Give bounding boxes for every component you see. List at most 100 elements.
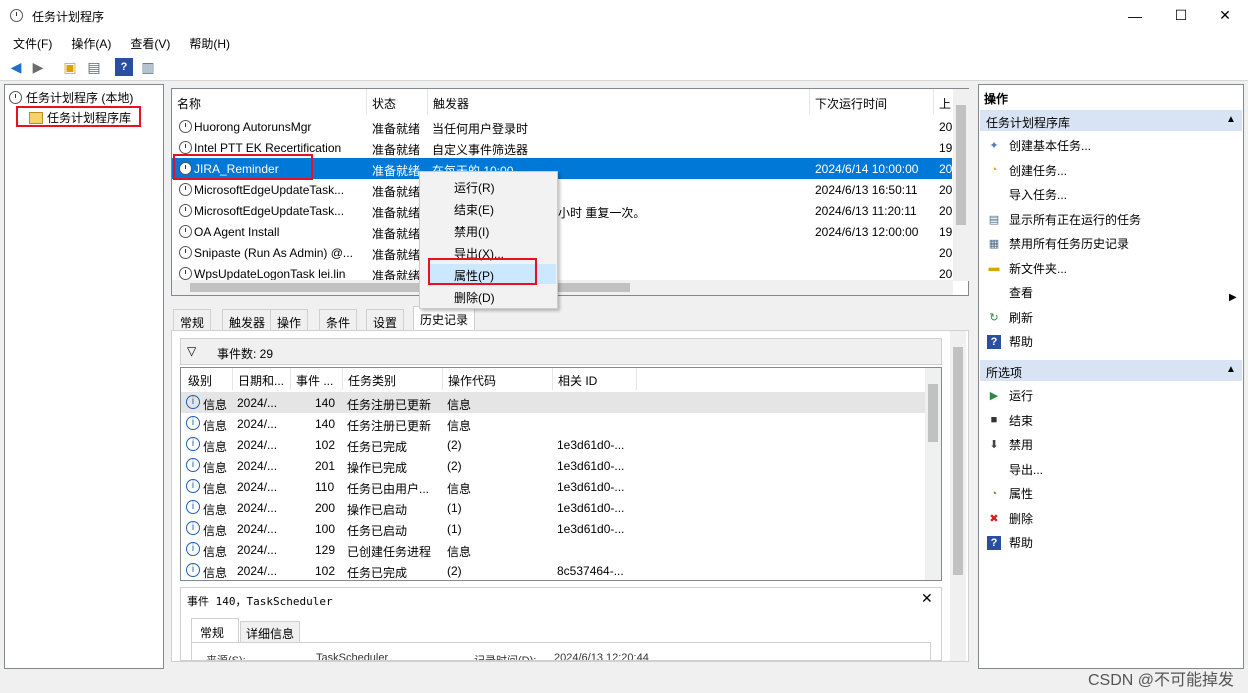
tab-settings[interactable]: 设置 [366, 309, 405, 330]
show-action-pane-icon[interactable]: ▥ [139, 58, 157, 76]
col-next-run[interactable]: 下次运行时间 [810, 89, 934, 114]
tab-conditions[interactable]: 条件 [319, 309, 358, 330]
tab-general[interactable]: 常规 [173, 309, 212, 330]
show-hide-tree-icon[interactable]: ▤ [85, 58, 103, 76]
section-library[interactable]: 任务计划程序库 ▲ [980, 110, 1242, 131]
col-status[interactable]: 状态 [367, 89, 428, 114]
task-row[interactable]: Snipaste (Run As Admin) @... 准备就绪 20 [172, 242, 952, 263]
action1-2[interactable]: 导入任务... [987, 186, 1067, 203]
collapse-icon[interactable]: ▲ [1226, 364, 1236, 375]
toolbar: ◀ ▶ ▣ ▤ ? ▥ [0, 53, 1248, 81]
history-col-1[interactable]: 日期和... [233, 368, 291, 390]
context-item-2[interactable]: 禁用(I) [430, 220, 556, 240]
menu-file[interactable]: 文件(F) [0, 31, 58, 53]
maximize-button[interactable]: ☐ [1158, 0, 1204, 31]
action2-label: 结束 [1009, 413, 1034, 428]
task-row[interactable]: MicrosoftEdgeUpdateTask...准备就绪后，在 1 天 期间… [172, 200, 952, 221]
action1-6[interactable]: 查看 [987, 284, 1033, 301]
history-cell-1: 2024/... [237, 438, 278, 452]
history-cell-0: 信息 [203, 419, 228, 433]
action2-6[interactable]: ? 帮助 [987, 534, 1033, 551]
tab-history[interactable]: 历史记录 [413, 306, 476, 330]
history-row[interactable]: i 信息 2024/... 102 任务已完成 (2) 8c537464-... [181, 560, 925, 580]
highlight-box [16, 106, 141, 127]
action1-5[interactable]: ▬ 新文件夹... [987, 260, 1068, 277]
history-row[interactable]: i 信息 2024/... 129 已创建任务进程 信息 [181, 539, 925, 560]
section-library-label: 任务计划程序库 [986, 116, 1071, 130]
horizontal-scrollbar[interactable] [172, 280, 953, 295]
history-cell-1: 2024/... [237, 480, 278, 494]
info-icon: i [186, 563, 200, 577]
task-cell-last: 20 [939, 120, 953, 134]
context-item-1[interactable]: 结束(E) [430, 198, 556, 218]
event-tab-general[interactable]: 常规 [191, 618, 239, 642]
history-col-0[interactable]: 级别 [183, 368, 233, 390]
context-item-0[interactable]: 运行(R) [430, 176, 556, 196]
action2-1[interactable]: ■ 结束 [987, 412, 1033, 429]
action2-2[interactable]: ⬇ 禁用 [987, 436, 1033, 453]
history-col-4[interactable]: 操作代码 [443, 368, 553, 390]
info-icon: i [186, 500, 200, 514]
menu-view[interactable]: 查看(V) [117, 31, 176, 53]
watermark: CSDN @不可能掉发 [1087, 672, 1234, 689]
history-row[interactable]: i 信息 2024/... 110 任务已由用户... 信息 1e3d61d0-... [181, 476, 925, 497]
tab-actions[interactable]: 操作 [270, 309, 309, 330]
action2-label: 删除 [1009, 511, 1034, 526]
history-cell-3: 任务注册已更新 [347, 419, 432, 433]
minimize-button[interactable]: — [1112, 0, 1158, 31]
task-row[interactable]: Huorong AutorunsMgr 准备就绪 当任何用户登录时 20 [172, 116, 952, 137]
tab-triggers[interactable]: 触发器 [222, 309, 273, 330]
col-trigger[interactable]: 触发器 [428, 89, 810, 114]
history-row[interactable]: i 信息 2024/... 140 任务注册已更新 信息 [181, 413, 925, 434]
col-last-run[interactable]: 上 [934, 89, 954, 114]
task-cell-last: 19 [939, 225, 953, 239]
close-button[interactable]: ✕ [1202, 0, 1248, 31]
close-icon[interactable]: ✕ [921, 590, 933, 607]
history-row[interactable]: i 信息 2024/... 102 任务已完成 (2) 1e3d61d0-... [181, 434, 925, 455]
history-row[interactable]: i 信息 2024/... 140 任务注册已更新 信息 [181, 392, 925, 413]
tree-root[interactable]: 任务计划程序 (本地) [9, 89, 133, 106]
up-folder-icon[interactable]: ▣ [61, 58, 79, 76]
context-item-5[interactable]: 删除(D) [430, 286, 556, 306]
action1-7[interactable]: ↻ 刷新 [987, 309, 1033, 326]
menu-help[interactable]: 帮助(H) [176, 31, 236, 53]
action2-4[interactable]: ◔ 属性 [987, 485, 1033, 502]
clock-icon [179, 204, 192, 217]
back-icon[interactable]: ◀ [7, 58, 25, 76]
vertical-scrollbar[interactable] [950, 331, 966, 661]
action1-8[interactable]: ? 帮助 [987, 333, 1033, 350]
collapse-icon[interactable]: ▲ [1226, 114, 1236, 125]
action2-0[interactable]: ▶ 运行 [987, 387, 1033, 404]
action2-5[interactable]: ✖ 删除 [987, 510, 1033, 527]
action1-4[interactable]: ▦ 禁用所有任务历史记录 [987, 235, 1129, 252]
help-icon[interactable]: ? [115, 58, 133, 76]
forward-icon[interactable]: ▶ [29, 58, 47, 76]
history-row[interactable]: i 信息 2024/... 100 任务已启动 (1) 1e3d61d0-... [181, 518, 925, 539]
scroll-thumb[interactable] [956, 105, 966, 225]
vertical-scrollbar[interactable] [925, 368, 941, 580]
col-name[interactable]: 名称 [172, 89, 367, 114]
menu-action[interactable]: 操作(A) [58, 31, 117, 53]
clock-icon [179, 225, 192, 238]
scroll-thumb[interactable] [953, 347, 963, 575]
scroll-thumb[interactable] [928, 384, 938, 442]
history-col-2[interactable]: 事件 ... [291, 368, 343, 390]
section-selected[interactable]: 所选项 ▲ [980, 360, 1242, 381]
event-tab-details[interactable]: 详细信息 [240, 621, 301, 642]
history-col-5[interactable]: 相关 ID [553, 368, 637, 390]
vertical-scrollbar[interactable] [953, 89, 969, 281]
action1-1[interactable]: ◔ 创建任务... [987, 162, 1067, 179]
scroll-thumb[interactable] [190, 283, 630, 292]
filter-icon[interactable]: ▽ [187, 344, 196, 358]
task-cell-status: 准备就绪 [372, 185, 421, 199]
task-row[interactable]: OA Agent Install 准备就绪 2024/6/13 12:00:00 19 [172, 221, 952, 242]
history-row[interactable]: i 信息 2024/... 201 操作已完成 (2) 1e3d61d0-... [181, 455, 925, 476]
history-col-3[interactable]: 任务类别 [343, 368, 443, 390]
history-cell-2: 140 [315, 417, 336, 431]
action1-0[interactable]: ✦ 创建基本任务... [987, 137, 1091, 154]
action2-3[interactable]: 导出... [987, 461, 1043, 478]
action1-3[interactable]: ▤ 显示所有正在运行的任务 [987, 211, 1141, 228]
history-row[interactable]: i 信息 2024/... 200 操作已启动 (1) 1e3d61d0-... [181, 497, 925, 518]
task-row[interactable]: MicrosoftEdgeUpdateTask... 准备就绪 2024/6/13 … [172, 179, 952, 200]
task-cell-name: Huorong AutorunsMgr [194, 120, 312, 134]
